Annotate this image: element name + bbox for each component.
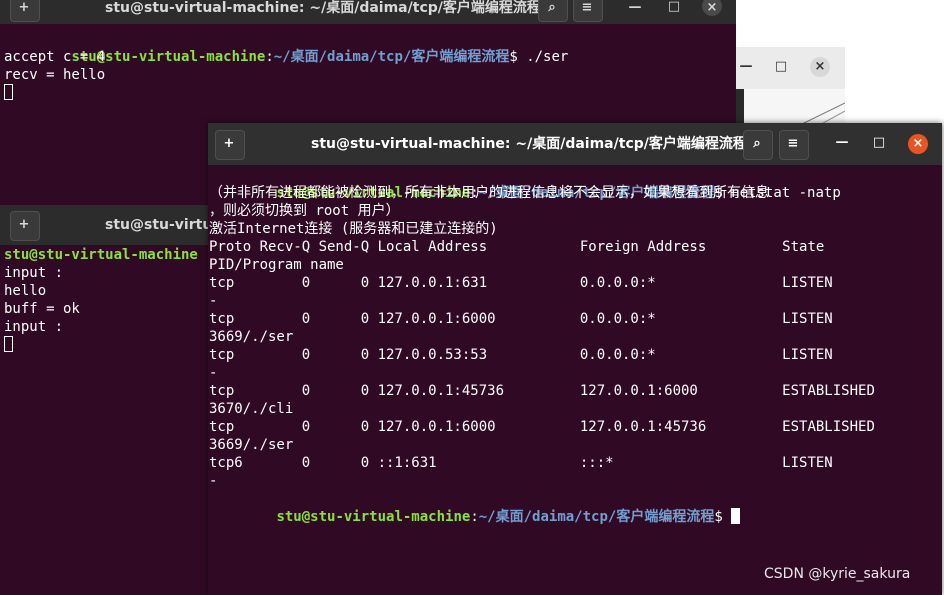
output-line: ，则必须切换到 root 用户） (209, 203, 400, 219)
new-tab-icon: + (18, 217, 30, 232)
table-row: tcp 0 0 127.0.0.1:6000 127.0.0.1:45736 E… (209, 419, 875, 435)
table-header: Proto Recv-Q Send-Q Local Address Foreig… (209, 239, 825, 255)
table-header: PID/Program name (209, 257, 344, 273)
prompt-path: ~/桌面/daima/tcp/客户端编程流程 (273, 49, 510, 65)
table-row: tcp 0 0 127.0.0.1:45736 127.0.0.1:6000 E… (209, 383, 875, 399)
terminal-window-client[interactable]: + stu@stu-virtual-ma stu@stu-virtual-mac… (0, 205, 210, 595)
table-row: tcp 0 0 127.0.0.1:631 0.0.0.0:* LISTEN (209, 275, 833, 291)
prompt-user: stu@stu-virtual-machine (276, 509, 471, 525)
terminal-server-titlebar[interactable]: + stu@stu-virtual-machine: ~/桌面/daima/tc… (0, 0, 736, 24)
window-title: stu@stu-virtual-machine: ~/桌面/daima/tcp/… (105, 0, 541, 16)
background-minimize-button[interactable]: — (736, 47, 756, 87)
output-line: accept c = 4 (4, 49, 106, 65)
window-title: stu@stu-virtual-ma (105, 217, 210, 233)
output-line: recv = hello (4, 67, 106, 83)
desktop: — □ × + stu@stu-virtual-machine: ~/桌面/da… (0, 0, 944, 595)
text-cursor (4, 336, 13, 352)
table-row: - (209, 473, 218, 489)
table-row: - (209, 365, 218, 381)
background-maximize-button[interactable]: □ (770, 47, 792, 87)
text-cursor (4, 84, 13, 100)
output-line: hello (4, 283, 47, 299)
background-close-icon: × (814, 59, 826, 74)
prompt-user: stu@stu-virtual-machine (4, 247, 198, 263)
prompt-symbol: $ (509, 49, 527, 65)
terminal-client-content[interactable]: stu@stu-virtual-machine input : hello bu… (0, 245, 210, 595)
output-line: buff = ok (4, 301, 80, 317)
window-title: stu@stu-virtual-machine: ~/桌面/daima/tcp/… (311, 136, 747, 152)
minimize-button[interactable]: — (832, 123, 852, 163)
table-row: tcp 0 0 127.0.0.1:6000 0.0.0.0:* LISTEN (209, 311, 833, 327)
prompt-sep: : (265, 49, 274, 65)
table-row: - (209, 293, 218, 309)
output-line: input : (4, 265, 64, 281)
wallpaper-lines (795, 102, 845, 127)
new-tab-icon: + (223, 136, 235, 151)
terminal-netstat-content[interactable]: stu@stu-virtual-machine:~/桌面/daima/tcp/客… (208, 165, 942, 595)
new-tab-icon: + (18, 0, 30, 15)
close-icon: × (706, 0, 718, 15)
cursor-line (4, 84, 13, 102)
search-icon: ⌕ (548, 0, 556, 15)
prompt-line: stu@stu-virtual-machine (4, 246, 198, 264)
table-row: tcp 0 0 127.0.0.53:53 0.0.0.0:* LISTEN (209, 347, 833, 363)
terminal-window-netstat[interactable]: + stu@stu-virtual-machine: ~/桌面/daima/tc… (208, 123, 942, 595)
table-row: 3669/./ser (209, 329, 294, 345)
table-row: 3669/./ser (209, 437, 294, 453)
prompt-sep: : (470, 509, 479, 525)
output-line: 激活Internet连接 (服务器和已建立连接的) (209, 221, 498, 237)
watermark: CSDN @kyrie_sakura (764, 566, 911, 582)
maximize-button[interactable]: □ (869, 123, 889, 163)
menu-icon: ≡ (581, 0, 593, 15)
cursor-line (4, 336, 13, 354)
prompt-path: ~/桌面/daima/tcp/客户端编程流程 (478, 509, 715, 525)
menu-icon: ≡ (787, 136, 799, 151)
background-window-titlebar[interactable]: — □ × (736, 47, 845, 89)
background-window-content (736, 89, 845, 127)
command-text: ./ser (526, 49, 569, 65)
maximize-button[interactable]: □ (664, 0, 684, 14)
table-row: 3670/./cli (209, 401, 294, 417)
search-icon: ⌕ (753, 136, 761, 151)
terminal-client-titlebar[interactable]: + stu@stu-virtual-ma (0, 205, 210, 245)
output-line: （并非所有进程都能被检测到，所有非本用户的进程信息将不会显示，如果想看到所有信息 (209, 185, 769, 201)
table-row: tcp6 0 0 ::1:631 :::* LISTEN (209, 455, 833, 471)
minimize-button[interactable]: — (625, 0, 645, 16)
prompt-symbol: $ (714, 509, 732, 525)
output-line: input : (4, 319, 64, 335)
background-window[interactable]: — □ × (736, 47, 845, 127)
close-icon: × (912, 136, 924, 151)
prompt-line: stu@stu-virtual-machine:~/桌面/daima/tcp/客… (209, 490, 741, 544)
terminal-netstat-titlebar[interactable]: + stu@stu-virtual-machine: ~/桌面/daima/tc… (208, 123, 942, 165)
text-cursor (731, 508, 741, 524)
